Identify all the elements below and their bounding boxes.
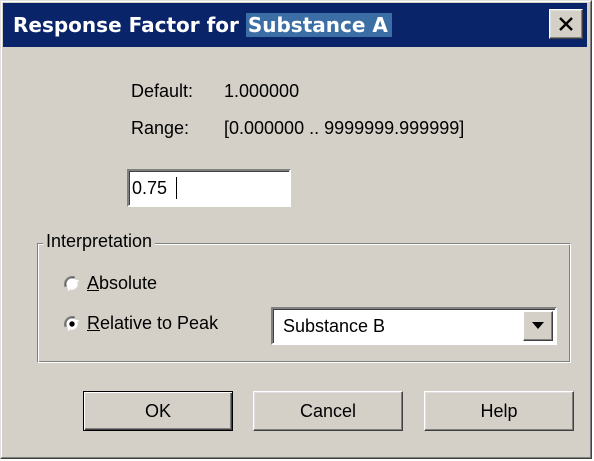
response-factor-input[interactable] <box>131 173 282 203</box>
help-button[interactable]: Help <box>424 391 574 431</box>
response-factor-input-frame[interactable] <box>127 169 291 207</box>
dialog-window: Response Factor for Substance A Default:… <box>0 0 592 459</box>
default-value: 1.000000 <box>224 81 300 101</box>
dialog-title: Response Factor for Substance A <box>13 3 392 47</box>
dialog-frame <box>1 1 591 458</box>
cancel-button[interactable]: Cancel <box>253 391 403 431</box>
absolute-radio-label[interactable]: Absolute <box>87 273 157 294</box>
title-substance: Substance A <box>245 13 392 37</box>
range-label: Range: <box>131 118 190 138</box>
close-button[interactable] <box>549 9 583 39</box>
ok-button[interactable]: OK <box>83 391 233 431</box>
chevron-down-icon <box>532 322 544 329</box>
absolute-radio[interactable] <box>63 275 81 293</box>
title-bar[interactable]: Response Factor for Substance A <box>3 3 587 47</box>
interpretation-group <box>37 243 571 363</box>
range-value: [0.000000 .. 9999999.999999] <box>224 118 465 138</box>
peak-select[interactable]: Substance B <box>271 307 557 345</box>
peak-select-dropdown-button[interactable] <box>523 311 553 341</box>
default-label: Default: <box>131 81 194 101</box>
relative-radio-label[interactable]: Relative to Peak <box>87 313 218 334</box>
radio-dot-icon <box>69 321 75 327</box>
peak-select-value: Substance B <box>283 316 386 336</box>
close-icon <box>559 17 573 31</box>
text-caret <box>176 177 177 199</box>
relative-radio[interactable] <box>63 315 81 333</box>
interpretation-legend: Interpretation <box>43 231 156 252</box>
title-prefix: Response Factor for <box>13 13 246 37</box>
